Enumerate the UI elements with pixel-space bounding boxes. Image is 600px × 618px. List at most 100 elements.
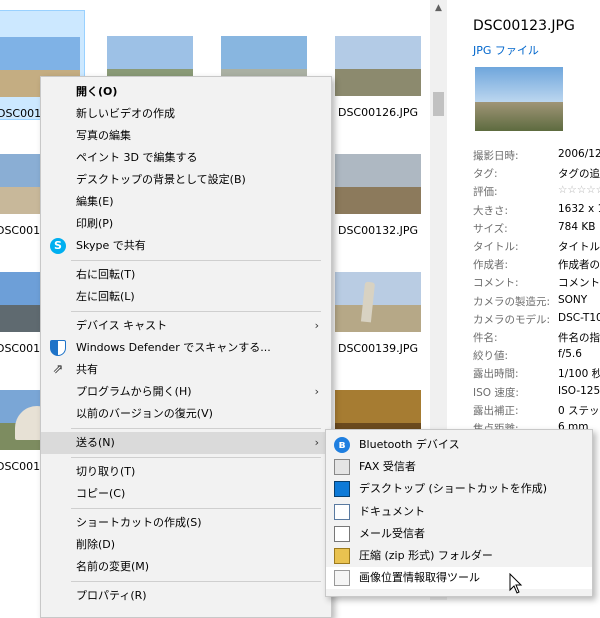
property-value[interactable]: f/5.6 <box>558 348 582 360</box>
scroll-up-arrow-icon[interactable]: ▲ <box>430 0 447 17</box>
details-file-type: JPG ファイル <box>473 44 539 57</box>
thumbnail-image <box>335 272 421 332</box>
menu-item[interactable]: 写真の編集 <box>41 125 331 147</box>
send-to-item[interactable]: メール受信者 <box>326 523 592 545</box>
menu-item-label: 共有 <box>76 363 98 376</box>
thumbnail-image <box>335 154 421 214</box>
property-value[interactable]: 2006/12/ <box>558 148 600 160</box>
menu-item[interactable]: 印刷(P) <box>41 213 331 235</box>
property-name: 撮影日時: <box>473 150 519 162</box>
send-to-item[interactable]: ドキュメント <box>326 501 592 523</box>
menu-item-label: 写真の編集 <box>76 129 131 142</box>
property-value[interactable]: SONY <box>558 294 587 306</box>
property-value[interactable]: 件名の指 <box>558 330 600 345</box>
property-value[interactable]: 作成者の <box>558 257 600 272</box>
geotag-tool-icon <box>334 570 350 587</box>
menu-item-label: 新しいビデオの作成 <box>76 107 175 120</box>
menu-item[interactable]: プロパティ(R) <box>41 585 331 607</box>
property-name: 絞り値: <box>473 350 509 363</box>
scroll-thumb[interactable] <box>433 92 444 116</box>
menu-item[interactable]: 送る(N) › <box>41 432 331 454</box>
menu-item[interactable]: ショートカットの作成(S) <box>41 512 331 534</box>
thumbnail-image <box>335 36 421 96</box>
menu-item[interactable]: 開く(O) <box>41 81 331 103</box>
property-row: 露出時間: 1/100 秒 <box>448 366 600 384</box>
property-row: 絞り値: f/5.6 <box>448 348 600 366</box>
share-icon: ⇗ <box>52 362 64 377</box>
send-to-item[interactable]: ʙ Bluetooth デバイス <box>326 434 592 456</box>
property-row: サイズ: 784 KB <box>448 221 600 239</box>
send-to-item[interactable]: FAX 受信者 <box>326 456 592 478</box>
menu-item-label: 開く(O) <box>76 85 118 98</box>
mouse-cursor-icon <box>509 573 523 594</box>
property-name: 大きさ: <box>473 204 509 217</box>
property-row: 作成者: 作成者の <box>448 257 600 275</box>
menu-item[interactable]: コピー(C) <box>41 483 331 505</box>
menu-item[interactable]: プログラムから開く(H) › <box>41 381 331 403</box>
property-row: 評価: ☆☆☆☆☆ <box>448 184 600 202</box>
menu-item[interactable]: 編集(E) <box>41 191 331 213</box>
property-name: サイズ: <box>473 222 508 235</box>
chevron-right-icon: › <box>314 385 319 398</box>
property-row: 露出補正: 0 ステップ <box>448 403 600 421</box>
menu-item[interactable]: Windows Defender でスキャンする... <box>41 337 331 359</box>
menu-item[interactable]: 左に回転(L) <box>41 286 331 308</box>
send-to-item[interactable]: デスクトップ (ショートカットを作成) <box>326 478 592 500</box>
property-name: 件名: <box>473 332 498 344</box>
thumbnail-label: DSC00139.JPG <box>337 342 419 355</box>
property-value[interactable]: タグの追加 <box>558 166 600 181</box>
thumbnail[interactable]: DSC00132.JPG <box>329 128 427 238</box>
property-name: 露出時間: <box>473 368 519 381</box>
property-value[interactable]: 1/100 秒 <box>558 366 600 381</box>
send-to-item[interactable]: 圧縮 (zip 形式) フォルダー <box>326 545 592 567</box>
property-value[interactable]: 1632 x 1 <box>558 203 600 215</box>
menu-item-label: 以前のバージョンの復元(V) <box>76 407 213 420</box>
menu-item[interactable]: S Skype で共有 <box>41 235 331 257</box>
property-value[interactable]: 784 KB <box>558 221 595 233</box>
property-name: タグ: <box>473 168 498 181</box>
thumbnail-label: DSC00132.JPG <box>337 224 419 237</box>
menu-item[interactable]: 名前の変更(M) <box>41 556 331 578</box>
menu-item[interactable]: デスクトップの背景として設定(B) <box>41 169 331 191</box>
details-preview-image <box>475 67 563 131</box>
property-value[interactable]: 0 ステップ <box>558 403 600 418</box>
document-icon <box>334 503 350 520</box>
property-value[interactable]: ☆☆☆☆☆ <box>558 184 600 196</box>
menu-item-label: プロパティ(R) <box>76 589 147 602</box>
shield-icon <box>50 340 66 356</box>
menu-item[interactable]: ペイント 3D で編集する <box>41 147 331 169</box>
menu-item[interactable]: 右に回転(T) <box>41 264 331 286</box>
send-to-submenu: ʙ Bluetooth デバイス FAX 受信者デスクトップ (ショートカットを作成… <box>325 429 593 597</box>
menu-separator <box>71 311 321 312</box>
chevron-right-icon: › <box>314 319 319 332</box>
property-value[interactable]: コメントの <box>558 275 600 290</box>
menu-separator <box>71 457 321 458</box>
property-row: 大きさ: 1632 x 1 <box>448 203 600 221</box>
property-row: ISO 速度: ISO-125 <box>448 385 600 403</box>
thumbnail[interactable]: DSC00126.JPG <box>329 10 427 120</box>
zip-folder-icon <box>334 548 350 564</box>
property-value[interactable]: DSC-T10 <box>558 312 600 324</box>
menu-item[interactable]: 削除(D) <box>41 534 331 556</box>
menu-item-label: 編集(E) <box>76 195 114 208</box>
menu-item[interactable]: デバイス キャスト › <box>41 315 331 337</box>
property-name: 作成者: <box>473 259 509 272</box>
send-to-item[interactable]: 画像位置情報取得ツール <box>326 567 592 590</box>
menu-item-label: デバイス キャスト <box>76 319 168 332</box>
menu-item[interactable]: 切り取り(T) <box>41 461 331 483</box>
menu-item-label: 名前の変更(M) <box>76 560 150 573</box>
menu-item-label: 送る(N) <box>76 436 115 449</box>
property-value[interactable]: タイトルの <box>558 239 600 254</box>
menu-item[interactable]: 以前のバージョンの復元(V) <box>41 403 331 425</box>
skype-icon: S <box>50 238 66 254</box>
property-value[interactable]: ISO-125 <box>558 385 600 397</box>
desktop-icon <box>334 481 350 498</box>
thumbnail[interactable]: DSC00139.JPG <box>329 246 427 356</box>
menu-item[interactable]: 新しいビデオの作成 <box>41 103 331 125</box>
menu-item-label: プログラムから開く(H) <box>76 385 192 398</box>
send-to-item-label: 画像位置情報取得ツール <box>359 571 480 585</box>
menu-item-label: ペイント 3D で編集する <box>76 151 198 164</box>
menu-item[interactable]: ⇗ 共有 <box>41 359 331 381</box>
send-to-item-label: FAX 受信者 <box>359 460 416 474</box>
menu-item-label: コピー(C) <box>76 487 126 500</box>
